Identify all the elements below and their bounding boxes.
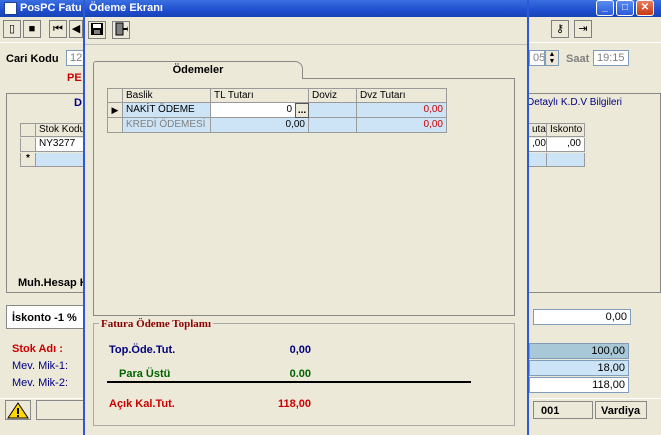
row-indicator-header [20, 123, 36, 137]
right-iskonto-field[interactable]: 0,00 [533, 309, 631, 325]
payment-dialog-titlebar: Ödeme Ekranı [85, 0, 527, 17]
save-icon[interactable]: ■ [23, 20, 41, 38]
kdv-field: 18,00 [529, 360, 629, 376]
exit-door-icon [115, 22, 128, 36]
grid-indicator-header [107, 88, 123, 103]
credit-payment-title[interactable]: KREDİ ÖDEMESİ [123, 118, 211, 133]
new-row-cell[interactable] [36, 153, 84, 167]
credit-tl-amount[interactable]: 0,00 [211, 118, 309, 133]
payments-grid-header: Baslik TL Tutarı Doviz Dvz Tutarı [107, 88, 447, 103]
iskonto-cell[interactable]: ,00 [547, 138, 585, 152]
credit-dvz-amount[interactable]: 0,00 [357, 118, 447, 133]
maximize-icon[interactable]: □ [616, 0, 634, 16]
iskonto-label: İskonto -1 % [12, 312, 77, 324]
vardiya-label: Vardiya [601, 405, 641, 417]
ara-toplam-field: 100,00 [529, 343, 629, 359]
status-panel-left [36, 400, 84, 420]
stok-kodu-header: Stok Kodu [36, 123, 84, 137]
para-ustu-label: Para Üstü [119, 368, 171, 380]
muh-hesap-label: Muh.Hesap K [18, 277, 88, 289]
first-record-icon[interactable]: ⏮ [49, 20, 67, 38]
date-spinner[interactable]: ▲ ▼ [545, 50, 559, 66]
payment-dialog-title: Ödeme Ekranı [89, 2, 163, 14]
exit-button[interactable] [112, 21, 130, 39]
saat-field[interactable]: 19:15 [593, 50, 629, 66]
payment-totals-legend: Fatura Ödeme Toplamı [99, 318, 214, 330]
top-ode-label: Top.Öde.Tut. [109, 344, 176, 356]
right-new-row-cell2[interactable] [547, 153, 585, 167]
para-ustu-value: 0.00 [289, 368, 311, 380]
customer-name-fragment: PE [67, 72, 82, 84]
tutar-cell[interactable]: ,00 [529, 138, 547, 152]
prev-record-icon[interactable]: ◀ [69, 20, 83, 38]
col-header-tl-tutari: TL Tutarı [211, 88, 309, 103]
stok-adi-label: Stok Adı : [12, 343, 63, 355]
new-doc-icon[interactable]: ▯ [3, 20, 21, 38]
col-header-doviz: Doviz [309, 88, 357, 103]
payment-dialog-toolbar [85, 17, 527, 45]
cash-payment-title[interactable]: NAKİT ÖDEME [123, 103, 211, 118]
tab-payments[interactable]: Ödemeler [93, 61, 303, 79]
acik-kal-value: 118,00 [277, 398, 311, 410]
row-indicator [20, 138, 36, 152]
mev-mik1-label: Mev. Mik-1: [12, 360, 69, 372]
row-indicator [107, 118, 123, 133]
kdv-panel-header: Detaylı K.D.V Bilgileri [527, 97, 623, 108]
close-icon[interactable]: ✕ [636, 0, 654, 16]
key-icon[interactable]: ⚷ [551, 20, 569, 38]
warning-button[interactable] [5, 400, 31, 420]
cari-kodu-label: Cari Kodu [6, 53, 59, 65]
cari-kodu-field[interactable]: 12 [66, 50, 84, 66]
col-header-dvz-tutari: Dvz Tutarı [357, 88, 447, 103]
save-icon [91, 23, 103, 35]
cash-amount-ellipsis-button[interactable]: ... [295, 103, 309, 118]
date-field[interactable]: 05 [529, 50, 545, 66]
mev-mik2-label: Mev. Mik-2: [12, 377, 69, 389]
stok-kodu-cell[interactable]: NY3277 [36, 138, 84, 152]
cash-dvz-amount[interactable]: 0,00 [357, 103, 447, 118]
save-button[interactable] [88, 21, 106, 39]
totals-divider [107, 381, 471, 383]
acik-kal-label: Açık Kal.Tut. [109, 398, 175, 410]
cash-doviz-cell[interactable] [309, 103, 357, 118]
minimize-icon[interactable]: _ [596, 0, 614, 16]
right-new-row-cell1[interactable] [529, 153, 547, 167]
window-icon [4, 2, 17, 15]
top-ode-value: 0,00 [289, 344, 311, 356]
cash-tl-amount-input[interactable]: 0 [211, 103, 295, 118]
payments-grid: Baslik TL Tutarı Doviz Dvz Tutarı ▶ NAKİ… [107, 88, 447, 133]
payment-dialog: Ödeme Ekranı Ödemeler Baslik TL Tutarı D… [83, 0, 529, 435]
exit-door-icon[interactable]: ⇥ [574, 20, 592, 38]
payment-row-credit[interactable]: KREDİ ÖDEMESİ 0,00 0,00 [107, 118, 447, 133]
current-row-arrow-icon: ▶ [107, 103, 123, 118]
iskonto-header: İskonto [547, 123, 585, 137]
new-row-marker: * [20, 153, 36, 167]
warning-icon [7, 402, 29, 419]
payment-row-cash[interactable]: ▶ NAKİT ÖDEME 0 ... 0,00 [107, 103, 447, 118]
status-code: 001 [541, 405, 560, 417]
saat-label: Saat [566, 53, 590, 65]
main-window-title: PosPC Fatu [20, 2, 82, 14]
left-panel-header: D [74, 97, 82, 109]
col-header-baslik: Baslik [123, 88, 211, 103]
credit-doviz-cell[interactable] [309, 118, 357, 133]
genel-toplam-field: 118,00 [529, 377, 629, 393]
tutar-header: utar [529, 123, 547, 137]
